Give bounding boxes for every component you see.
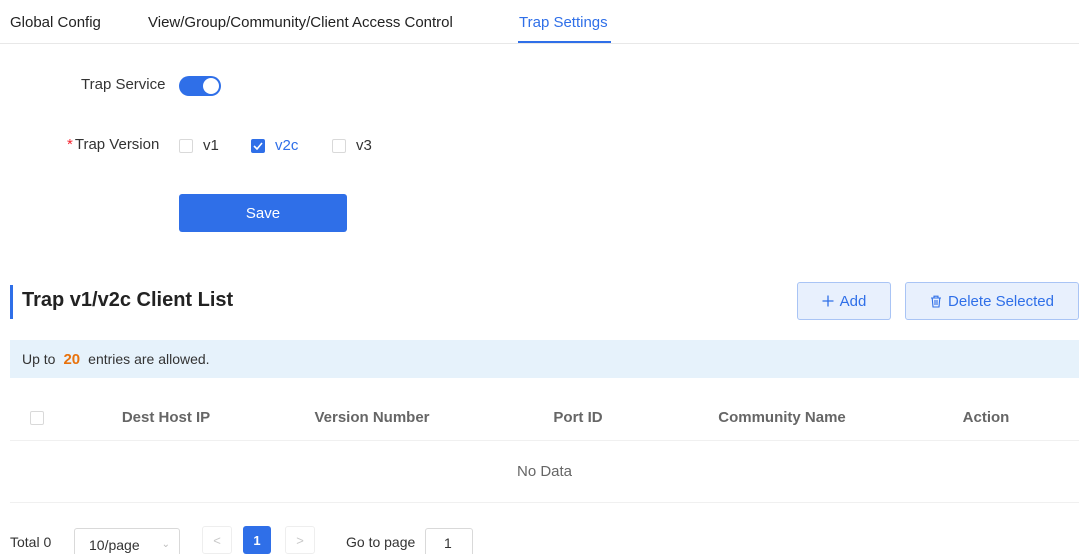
empty-table-row: No Data — [10, 441, 1079, 503]
trap-version-label: * Trap Version — [67, 136, 159, 153]
toggle-knob — [203, 78, 219, 94]
plus-icon — [822, 295, 834, 307]
select-all-checkbox[interactable] — [30, 411, 44, 425]
goto-page-input[interactable] — [425, 528, 473, 554]
delete-selected-button[interactable]: Delete Selected — [905, 282, 1079, 320]
version-v3-label: v3 — [356, 137, 372, 154]
goto-page-label: Go to page — [346, 534, 416, 550]
delete-selected-label: Delete Selected — [948, 292, 1054, 310]
add-button-label: Add — [839, 292, 867, 310]
page-number-button[interactable]: 1 — [243, 526, 271, 554]
notice-suffix: entries are allowed. — [88, 351, 210, 367]
notice-prefix: Up to — [22, 351, 56, 367]
required-mark: * — [67, 136, 73, 153]
trap-service-toggle[interactable] — [179, 76, 221, 96]
column-port-id: Port ID — [553, 409, 603, 426]
section-title: Trap v1/v2c Client List — [22, 289, 234, 311]
version-v1-checkbox[interactable]: v1 — [179, 137, 219, 154]
page-size-select[interactable]: 10/page ⌄ — [74, 528, 180, 554]
column-action: Action — [962, 409, 1010, 426]
column-version-number: Version Number — [314, 409, 430, 426]
prev-page-button[interactable]: < — [202, 526, 232, 554]
checkbox-box[interactable] — [179, 138, 193, 153]
no-data-text: No Data — [516, 463, 573, 480]
version-v2c-checkbox[interactable]: v2c — [251, 137, 298, 154]
column-dest-host-ip: Dest Host IP — [121, 409, 211, 426]
trap-version-label-text: Trap Version — [74, 136, 160, 153]
chevron-left-icon: < — [213, 532, 221, 548]
column-community-name: Community Name — [718, 409, 846, 426]
trap-service-label: Trap Service — [81, 76, 166, 93]
table-header: Dest Host IP Version Number Port ID Comm… — [10, 396, 1079, 441]
version-v3-checkbox[interactable]: v3 — [332, 137, 372, 154]
page-size-value: 10/page — [89, 537, 140, 553]
trash-icon — [930, 295, 942, 308]
checkbox-box[interactable] — [332, 138, 346, 153]
section-accent-bar — [10, 285, 13, 319]
checkbox-box[interactable] — [251, 138, 265, 153]
add-button[interactable]: Add — [797, 282, 891, 320]
tab-global-config[interactable]: Global Config — [10, 14, 101, 31]
chevron-down-icon: ⌄ — [161, 539, 170, 550]
tab-trap-settings[interactable]: Trap Settings — [519, 14, 608, 31]
active-tab-indicator — [518, 41, 611, 43]
version-v2c-label: v2c — [275, 137, 299, 154]
pagination-total: Total 0 — [10, 534, 52, 550]
check-icon — [253, 141, 263, 150]
tab-bar: Global Config View/Group/Community/Clien… — [0, 0, 1079, 44]
notice-count: 20 — [63, 350, 81, 368]
save-button[interactable]: Save — [179, 194, 347, 232]
chevron-right-icon: > — [296, 532, 304, 548]
version-v1-label: v1 — [203, 137, 219, 154]
entries-limit-notice: Up to 20 entries are allowed. — [10, 340, 1079, 378]
next-page-button[interactable]: > — [285, 526, 315, 554]
tab-access-control[interactable]: View/Group/Community/Client Access Contr… — [148, 14, 453, 31]
